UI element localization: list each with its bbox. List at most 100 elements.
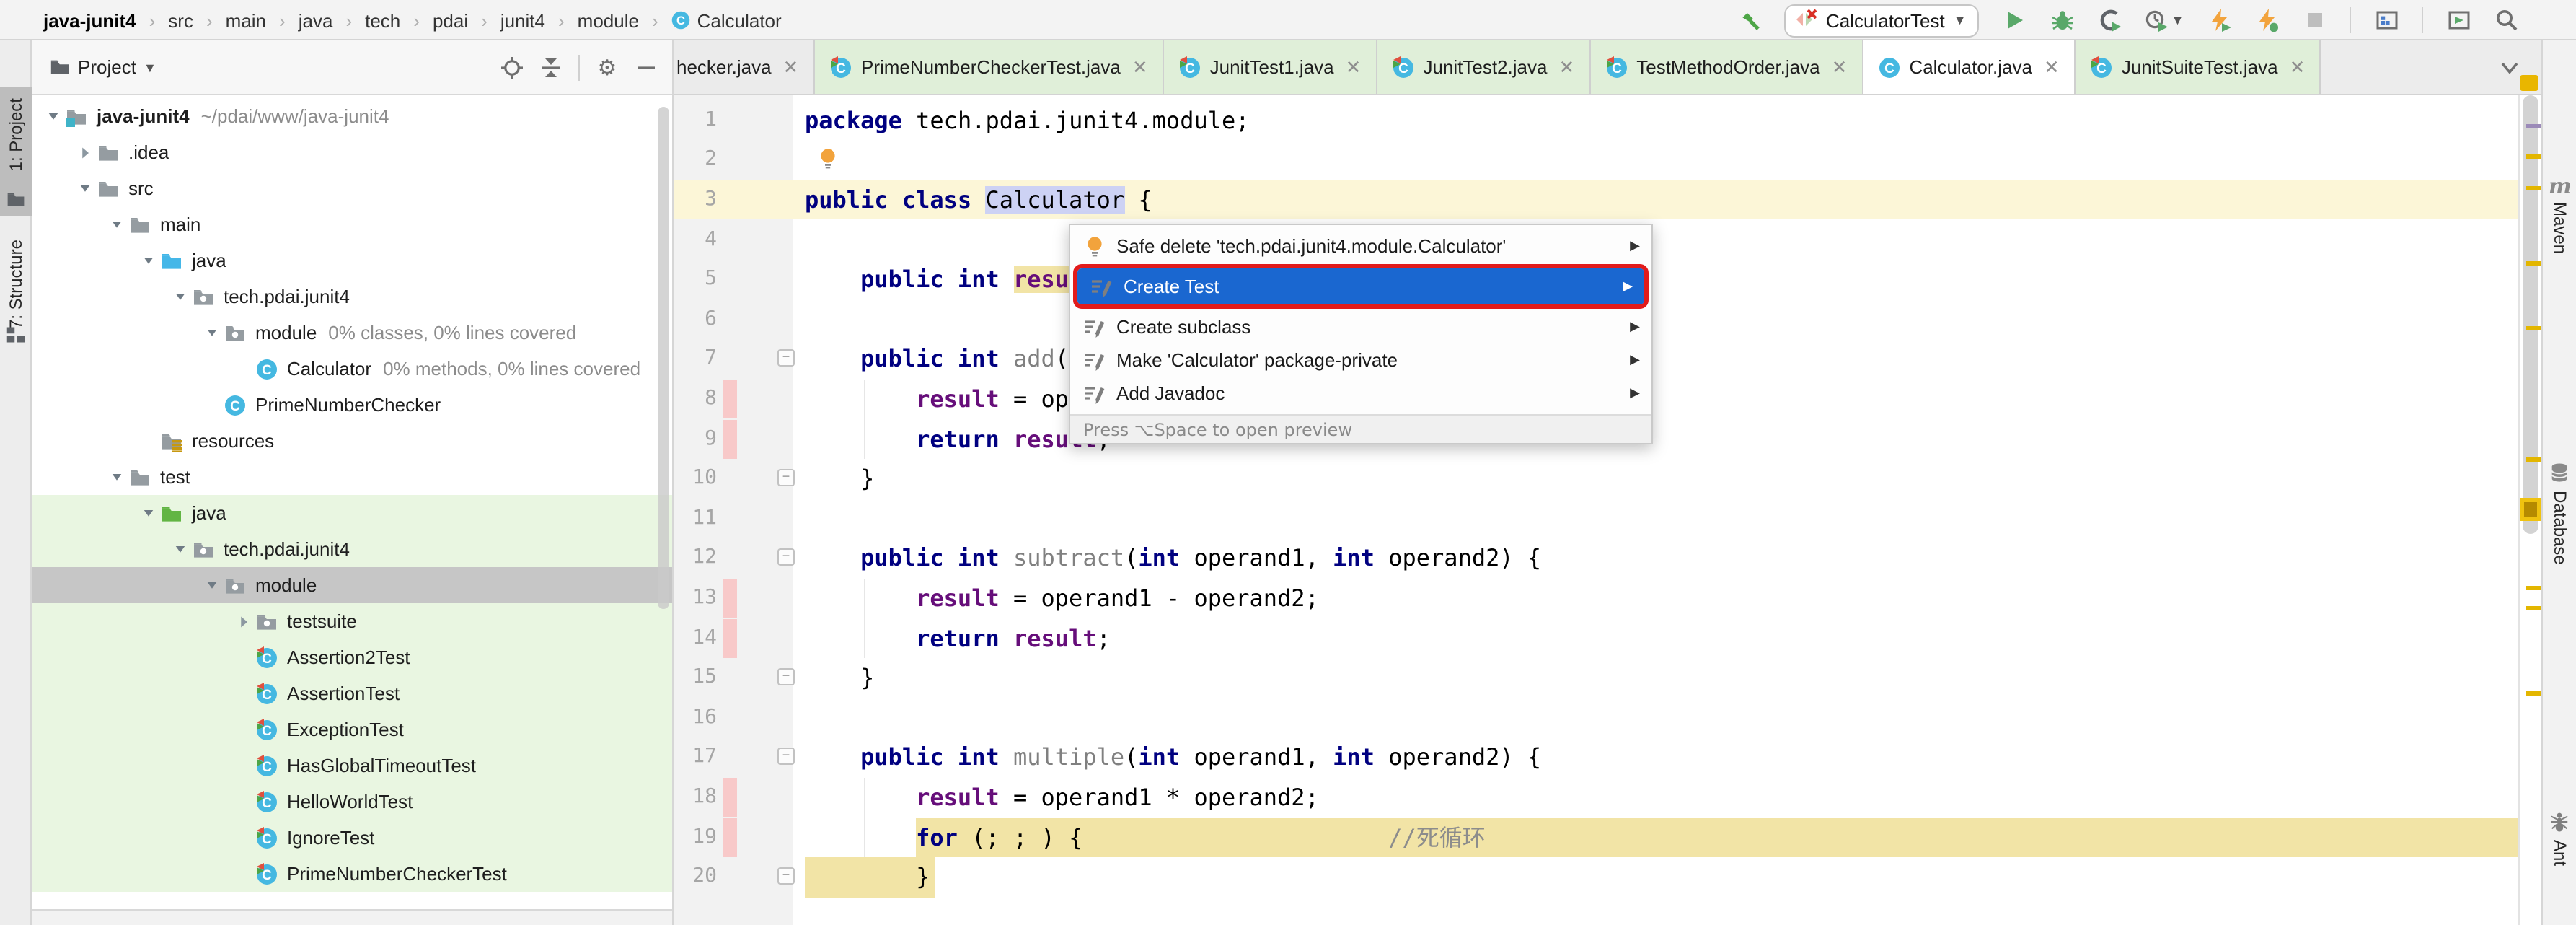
rerun-bolt-icon[interactable]	[2207, 8, 2231, 32]
menu-item-make-calculator-[interactable]: Make 'Calculator' package-private▶	[1070, 343, 1651, 377]
editor-tab-junittest1-java[interactable]: CJunitTest1.java✕	[1164, 40, 1377, 94]
tree-item-module[interactable]: module	[32, 567, 672, 603]
menu-item-create-subclass[interactable]: Create subclass▶	[1070, 310, 1651, 343]
run-icon[interactable]	[2003, 8, 2027, 32]
settings-gear-icon[interactable]: ⚙	[596, 56, 619, 79]
tree-item-primenumberchecker[interactable]: CPrimeNumberChecker	[32, 387, 672, 423]
chevron-expanded-icon[interactable]	[199, 576, 224, 595]
close-icon[interactable]: ✕	[1346, 56, 1362, 79]
collapse-all-icon[interactable]	[539, 56, 563, 79]
tree-item-resources[interactable]: resources	[32, 423, 672, 459]
breadcrumb-item[interactable]: pdai	[433, 9, 468, 31]
close-icon[interactable]: ✕	[2290, 56, 2306, 79]
debug-icon[interactable]	[2050, 8, 2075, 32]
fold-marker-icon[interactable]: −	[777, 469, 795, 486]
breadcrumb-item[interactable]: java	[299, 9, 333, 31]
stripe-warning-tick[interactable]	[2526, 691, 2541, 696]
stripe-warning-tick[interactable]	[2526, 186, 2541, 190]
stripe-warning-tick[interactable]	[2526, 261, 2541, 266]
tree-item-java-junit4[interactable]: java-junit4~/pdai/www/java-junit4	[32, 98, 672, 134]
breadcrumb-item[interactable]: tech	[365, 9, 400, 31]
breadcrumb-item[interactable]: main	[226, 9, 266, 31]
tree-item-ignoretest[interactable]: CIgnoreTest	[32, 820, 672, 856]
tool-window-button-database[interactable]: Database	[2543, 462, 2576, 635]
tree-item-src[interactable]: src	[32, 170, 672, 206]
breadcrumb-item[interactable]: src	[168, 9, 193, 31]
tree-item--idea[interactable]: .idea	[32, 134, 672, 170]
menu-item-add-javadoc[interactable]: Add Javadoc▶	[1070, 377, 1651, 410]
coverage-icon[interactable]	[2098, 8, 2122, 32]
fold-marker-icon[interactable]: −	[777, 867, 795, 885]
stripe-warning-tick[interactable]	[2526, 457, 2541, 462]
close-icon[interactable]: ✕	[1558, 56, 1574, 79]
tree-item-java[interactable]: java	[32, 495, 672, 531]
debug-bolt-icon[interactable]	[2254, 8, 2279, 32]
chevron-expanded-icon[interactable]	[199, 323, 224, 342]
editor-tab-junitsuitetest-java[interactable]: CJunitSuiteTest.java✕	[2076, 40, 2321, 94]
tree-item-module[interactable]: module0% classes, 0% lines covered	[32, 315, 672, 351]
run-anything-icon[interactable]	[2446, 8, 2471, 32]
close-icon[interactable]: ✕	[1132, 56, 1148, 79]
stripe-warning-block[interactable]	[2520, 498, 2541, 521]
chevron-expanded-icon[interactable]	[136, 251, 160, 270]
code-editor[interactable]: 1package tech.pdai.junit4.module;23publi…	[674, 95, 2518, 925]
breadcrumb-item[interactable]: junit4	[500, 9, 545, 31]
chevron-expanded-icon[interactable]	[167, 287, 192, 306]
menu-item-safe-delete[interactable]: Safe delete 'tech.pdai.junit4.module.Cal…	[1070, 229, 1651, 263]
locate-icon[interactable]	[500, 56, 524, 79]
tree-item-tech-pdai-junit4[interactable]: tech.pdai.junit4	[32, 279, 672, 315]
chevron-expanded-icon[interactable]	[72, 179, 97, 198]
profiler-icon[interactable]: ▼	[2145, 8, 2184, 32]
tree-item-assertiontest[interactable]: CAssertionTest	[32, 675, 672, 711]
intention-bulb-icon[interactable]	[816, 147, 839, 176]
breadcrumb-item[interactable]: CCalculator	[671, 9, 782, 31]
tool-window-button-1-project[interactable]: 1: Project	[0, 87, 32, 216]
stripe-warning-tick[interactable]	[2526, 124, 2541, 128]
editor-tab-primenumbercheckertest-java[interactable]: CPrimeNumberCheckerTest.java✕	[815, 40, 1164, 94]
tree-vertical-scrollbar[interactable]	[658, 107, 669, 609]
tree-item-testsuite[interactable]: testsuite	[32, 603, 672, 639]
project-view-selector[interactable]: Project ▼	[49, 56, 156, 78]
build-hammer-icon[interactable]	[1737, 8, 1761, 32]
chevron-collapsed-icon[interactable]	[231, 612, 255, 631]
editor-tab-hecker-java[interactable]: hecker.java✕	[674, 40, 815, 94]
layout-icon[interactable]	[2374, 8, 2399, 32]
tree-item-primenumbercheckertest[interactable]: CPrimeNumberCheckerTest	[32, 856, 672, 892]
fold-marker-icon[interactable]: −	[777, 668, 795, 685]
tree-item-java[interactable]: java	[32, 242, 672, 279]
tree-item-main[interactable]: main	[32, 206, 672, 242]
stop-icon[interactable]	[2302, 8, 2326, 32]
editor-tab-calculator-java[interactable]: CCalculator.java✕	[1863, 40, 2075, 94]
stripe-warning-tick[interactable]	[2526, 606, 2541, 610]
close-icon[interactable]: ✕	[2044, 56, 2060, 79]
chevron-expanded-icon[interactable]	[167, 540, 192, 558]
chevron-expanded-icon[interactable]	[136, 504, 160, 522]
stripe-warning-tick[interactable]	[2526, 586, 2541, 590]
stripe-warning-tick[interactable]	[2526, 154, 2541, 159]
editor-scrollbar-thumb[interactable]	[2523, 95, 2538, 534]
tree-item-test[interactable]: test	[32, 459, 672, 495]
fold-marker-icon[interactable]: −	[777, 350, 795, 367]
fold-marker-icon[interactable]: −	[777, 748, 795, 766]
chevron-expanded-icon[interactable]	[40, 107, 65, 126]
breadcrumb-item[interactable]: java-junit4	[43, 9, 136, 31]
chevron-expanded-icon[interactable]	[104, 215, 128, 234]
inspections-status-icon[interactable]	[2520, 75, 2538, 91]
menu-item-create-test[interactable]: Create Test▶	[1077, 268, 1644, 304]
breadcrumb-item[interactable]: module	[578, 9, 639, 31]
hidden-tabs-chevron-icon[interactable]	[2498, 56, 2521, 79]
chevron-collapsed-icon[interactable]	[72, 143, 97, 162]
close-icon[interactable]: ✕	[783, 56, 799, 79]
stripe-warning-tick[interactable]	[2526, 326, 2541, 330]
tree-item-helloworldtest[interactable]: CHelloWorldTest	[32, 784, 672, 820]
tree-item-calculator[interactable]: CCalculator0% methods, 0% lines covered	[32, 351, 672, 387]
tree-item-tech-pdai-junit4[interactable]: tech.pdai.junit4	[32, 531, 672, 567]
tool-window-button-ant[interactable]: Ant	[2543, 811, 2576, 925]
tool-window-button-7-structure[interactable]: 7: Structure	[0, 228, 32, 352]
editor-tab-junittest2-java[interactable]: CJunitTest2.java✕	[1377, 40, 1590, 94]
chevron-expanded-icon[interactable]	[104, 468, 128, 486]
close-icon[interactable]: ✕	[1832, 56, 1848, 79]
hide-panel-icon[interactable]	[635, 56, 658, 79]
search-everywhere-icon[interactable]	[2494, 8, 2518, 32]
tree-item-assertion2test[interactable]: CAssertion2Test	[32, 639, 672, 675]
